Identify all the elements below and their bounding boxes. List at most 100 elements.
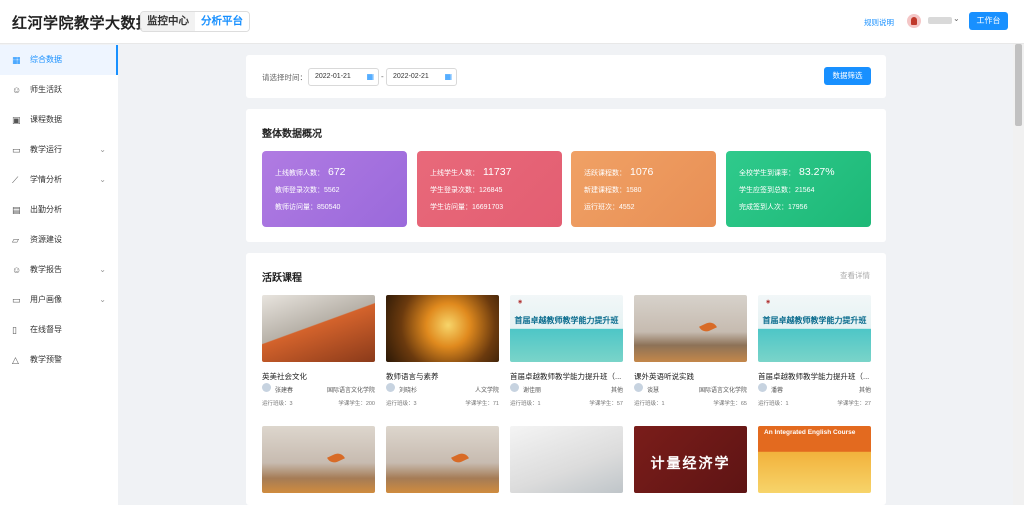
class-count: 运行班级：3 [386, 401, 417, 407]
monitor-icon: ▭ [12, 295, 21, 305]
stat-row: 学生应签到总数：21564 [739, 185, 814, 195]
stat-row: 上线教师人数： 672 [275, 166, 346, 178]
course-title[interactable]: 首届卓越教师教学能力提升班（... [510, 371, 623, 382]
sidebar-item[interactable]: ▣ 课程数据 [0, 105, 118, 135]
course-teacher: 潘蓉 [771, 388, 784, 394]
course-thumbnail[interactable] [386, 426, 499, 493]
course-stats: 运行班级：1 学课学生：65 [634, 399, 747, 407]
thumbnail-banner: 计量经济学 [650, 455, 731, 471]
course-stats: 运行班级：1 学课学生：57 [510, 399, 623, 407]
page-scrollbar[interactable] [1013, 44, 1024, 505]
sidebar-item[interactable]: ☺ 师生活跃 [0, 75, 118, 105]
sidebar-item[interactable]: ⟋ 学情分析 ⌄ [0, 165, 118, 195]
end-date-value: 2022-02-21 [393, 73, 429, 80]
course-thumbnail[interactable] [262, 295, 375, 362]
sidebar-item[interactable]: ▦ 综合数据 [0, 45, 118, 75]
thumbnail-banner: 首届卓越教师教学能力提升班 [762, 316, 867, 325]
sidebar-item[interactable]: ▯ 在线督导 [0, 315, 118, 345]
chevron-down-icon[interactable]: ⌄ [953, 14, 960, 23]
teacher-avatar [634, 383, 643, 392]
monitor-icon: ▭ [12, 145, 21, 155]
course-stats: 运行班级：1 学课学生：27 [758, 399, 871, 407]
chevron-down-icon: ⌄ [99, 175, 106, 184]
course-title[interactable]: 课外英语听说实践 [634, 371, 747, 382]
clipboard-icon: ▯ [12, 325, 17, 335]
course-thumbnail[interactable] [262, 426, 375, 493]
chevron-down-icon: ⌄ [99, 145, 106, 154]
student-count: 学课学生：27 [837, 401, 871, 407]
sidebar-item-label: 用户画像 [30, 295, 62, 304]
stat-label: 上线学生人数： [430, 170, 479, 177]
course-thumbnail[interactable]: ◉ 首届卓越教师教学能力提升班 [510, 295, 623, 362]
avatar[interactable] [907, 14, 921, 28]
sidebar-item[interactable]: △ 教学预警 [0, 345, 118, 375]
active-courses-card: 活跃课程 查看详情 英美社会文化 张建春 国际语言文化学院 运行班级：3 学课学生：20… [246, 253, 886, 505]
user-icon: ☺ [12, 85, 22, 95]
teacher-avatar [758, 383, 767, 392]
sidebar-item-label: 在线督导 [30, 325, 62, 334]
stat-value: 17956 [788, 204, 808, 211]
stat-value: 83.27% [799, 166, 835, 178]
stat-card: 上线学生人数： 11737 学生登录次数：126845 学生访问量：16691703 [417, 151, 562, 227]
workbench-button[interactable]: 工作台 [969, 12, 1008, 30]
courses-title: 活跃课程 [262, 273, 302, 284]
end-date-input[interactable]: 2022-02-21 ▦ [386, 68, 457, 86]
course-title[interactable]: 教师语言与素养 [386, 371, 499, 382]
course-department: 国际语言文化学院 [326, 388, 375, 394]
course-title[interactable]: 首届卓越教师教学能力提升班（... [758, 371, 871, 382]
course-teacher: 谈慧 [647, 388, 660, 394]
leaf-image [699, 319, 717, 335]
sidebar-item[interactable]: ▤ 出勤分析 [0, 195, 118, 225]
sidebar-item-label: 课程数据 [30, 115, 62, 124]
overview-title: 整体数据概况 [262, 129, 322, 140]
top-header: 红河学院教学大数据 监控中心 分析平台 规则说明 ⌄ 工作台 [0, 0, 1024, 44]
filter-data-button[interactable]: 数据筛选 [824, 67, 871, 85]
user-icon: ☺ [12, 265, 22, 275]
course-thumbnail[interactable]: An Integrated English Course [758, 426, 871, 493]
course-department: 人文学院 [474, 388, 499, 394]
sidebar-item-label: 资源建设 [30, 235, 62, 244]
start-date-input[interactable]: 2022-01-21 ▦ [308, 68, 379, 86]
view-details-link[interactable]: 查看详情 [840, 270, 870, 281]
calendar-icon: ▦ [444, 72, 452, 81]
date-separator: - [381, 72, 384, 81]
stat-label: 完成签到人次： [739, 204, 788, 211]
course-thumbnail[interactable]: ◉ 首届卓越教师教学能力提升班 [758, 295, 871, 362]
username-placeholder[interactable] [928, 17, 952, 24]
scrollbar-thumb[interactable] [1015, 44, 1022, 126]
tab-analysis-platform[interactable]: 分析平台 [195, 12, 249, 31]
course-thumbnail[interactable] [510, 426, 623, 493]
stat-row: 学生登录次数：126845 [430, 185, 502, 195]
sidebar-item[interactable]: ☺ 教学报告 ⌄ [0, 255, 118, 285]
tab-monitor-center[interactable]: 监控中心 [141, 12, 195, 31]
sidebar-item-label: 教学报告 [30, 265, 62, 274]
teacher-avatar [386, 383, 395, 392]
course-title[interactable]: 英美社会文化 [262, 371, 375, 382]
student-count: 学课学生：57 [589, 401, 623, 407]
guide-link[interactable]: 规则说明 [864, 17, 894, 28]
sidebar-item-label: 师生活跃 [30, 85, 62, 94]
platform-switch: 监控中心 分析平台 [140, 11, 250, 32]
stat-card: 全校学生到课率： 83.27% 学生应签到总数：21564 完成签到人次：17956 [726, 151, 871, 227]
class-count: 运行班级：1 [634, 401, 665, 407]
grid-icon: ▦ [12, 55, 21, 65]
sidebar-item-label: 教学运行 [30, 145, 62, 154]
sidebar-item-label: 学情分析 [30, 175, 62, 184]
course-thumbnail[interactable] [634, 295, 747, 362]
course-thumbnail[interactable] [386, 295, 499, 362]
stat-value: 21564 [795, 187, 815, 194]
stat-row: 上线学生人数： 11737 [430, 166, 511, 178]
stat-value: 16691703 [472, 204, 504, 211]
course-thumbnail[interactable]: 计量经济学 [634, 426, 747, 493]
sidebar-item[interactable]: ▱ 资源建设 [0, 225, 118, 255]
sidebar-item[interactable]: ▭ 教学运行 ⌄ [0, 135, 118, 165]
course-department: 其他 [610, 388, 623, 394]
leaf-image [451, 450, 469, 466]
stat-label: 新建课程数： [584, 187, 626, 194]
calendar-icon: ▦ [366, 72, 374, 81]
stat-row: 学生访问量：16691703 [430, 202, 503, 212]
course-teacher: 张建春 [275, 388, 294, 394]
teacher-avatar [510, 383, 519, 392]
sidebar-item[interactable]: ▭ 用户画像 ⌄ [0, 285, 118, 315]
stat-label: 学生访问量： [430, 204, 472, 211]
